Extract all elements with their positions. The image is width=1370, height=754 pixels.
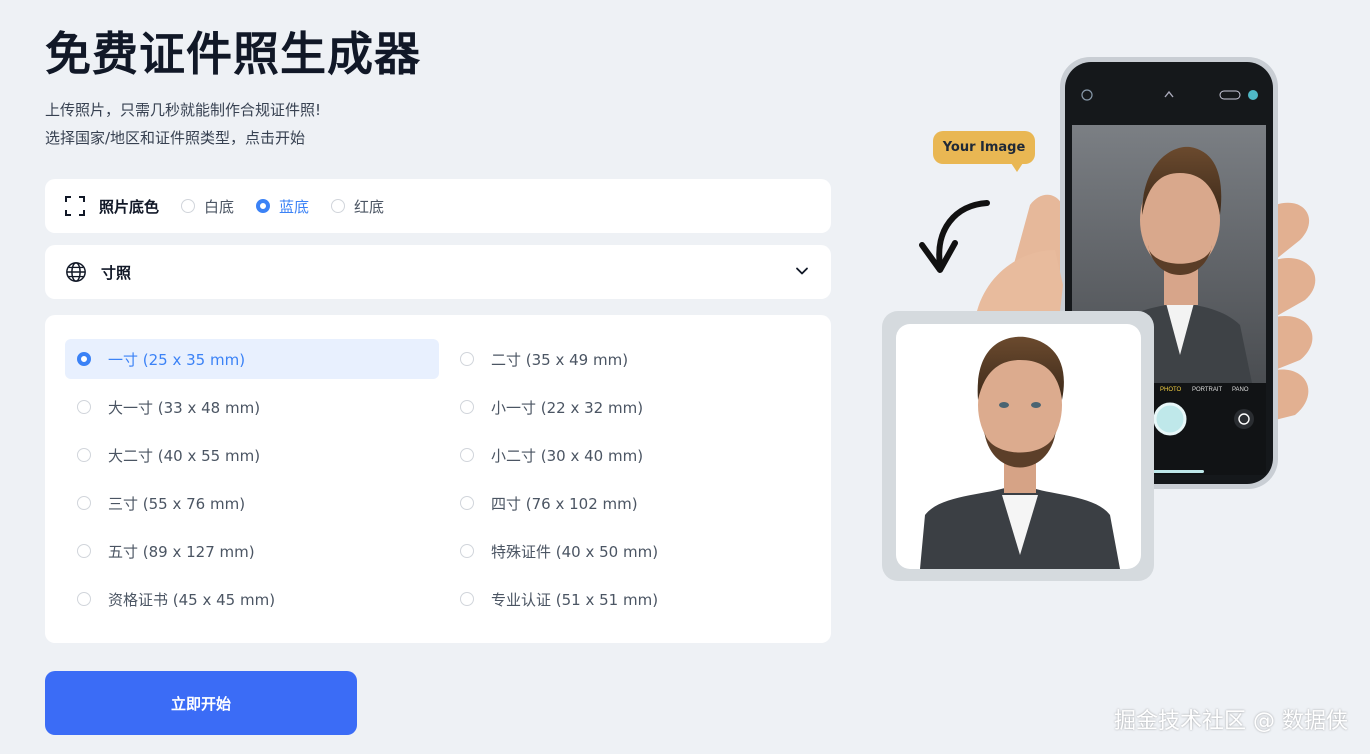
globe-icon — [66, 262, 86, 282]
shutter-icon — [1153, 402, 1187, 436]
size-option[interactable]: 四寸 (76 x 102 mm) — [448, 483, 822, 523]
size-option[interactable]: 大二寸 (40 x 55 mm) — [65, 435, 439, 475]
subtitle-line-1: 上传照片，只需几秒就能制作合规证件照! — [45, 101, 322, 119]
start-button[interactable]: 立即开始 — [45, 671, 357, 735]
size-option-label: 大一寸 (33 x 48 mm) — [108, 398, 261, 417]
page-title: 免费证件照生成器 — [45, 27, 421, 81]
size-category-label: 寸照 — [101, 263, 132, 282]
radio-icon[interactable] — [460, 544, 474, 558]
bg-option-label: 红底 — [354, 197, 385, 216]
size-option[interactable]: 小一寸 (22 x 32 mm) — [448, 387, 822, 427]
size-option[interactable]: 一寸 (25 x 35 mm) — [65, 339, 439, 379]
size-option-label: 三寸 (55 x 76 mm) — [108, 494, 246, 513]
size-option-label: 专业认证 (51 x 51 mm) — [491, 590, 659, 609]
radio-icon[interactable] — [77, 448, 91, 462]
size-option[interactable]: 五寸 (89 x 127 mm) — [65, 531, 439, 571]
radio-icon[interactable] — [460, 352, 474, 366]
radio-icon[interactable] — [77, 544, 91, 558]
size-option-label: 小一寸 (22 x 32 mm) — [491, 398, 644, 417]
radio-icon[interactable] — [331, 199, 346, 213]
flip-camera-icon — [1234, 409, 1254, 429]
your-image-bubble: Your Image — [933, 131, 1035, 172]
bg-option-blue[interactable]: 蓝底 — [256, 196, 309, 217]
size-option[interactable]: 大一寸 (33 x 48 mm) — [65, 387, 439, 427]
background-color-label: 照片底色 — [99, 197, 160, 216]
radio-icon[interactable] — [460, 496, 474, 510]
size-option-label: 五寸 (89 x 127 mm) — [108, 542, 255, 561]
size-option[interactable]: 二寸 (35 x 49 mm) — [448, 339, 822, 379]
radio-icon[interactable] — [460, 592, 474, 606]
size-option[interactable]: 资格证书 (45 x 45 mm) — [65, 579, 439, 619]
size-option[interactable]: 特殊证件 (40 x 50 mm) — [448, 531, 822, 571]
size-option-label: 特殊证件 (40 x 50 mm) — [491, 542, 659, 561]
radio-icon[interactable] — [77, 400, 91, 414]
radio-icon[interactable] — [77, 496, 91, 510]
watermark: 掘金技术社区 @ 数据侠 — [1114, 709, 1348, 734]
bg-option-white[interactable]: 白底 — [181, 196, 234, 217]
frame-icon — [65, 196, 85, 216]
bg-option-label: 蓝底 — [279, 197, 310, 216]
camera-mode-pano: PANO — [1232, 387, 1249, 393]
camera-mode-portrait: PORTRAIT — [1192, 387, 1223, 393]
bg-option-red[interactable]: 红底 — [331, 196, 384, 217]
size-option[interactable]: 专业认证 (51 x 51 mm) — [448, 579, 822, 619]
size-option-label: 大二寸 (40 x 55 mm) — [108, 446, 261, 465]
size-options-card: 一寸 (25 x 35 mm) 二寸 (35 x 49 mm) 大一寸 (33 … — [45, 315, 831, 643]
size-option-label: 资格证书 (45 x 45 mm) — [108, 590, 276, 609]
background-color-options: 白底 蓝底 红底 — [181, 196, 406, 217]
size-option-label: 四寸 (76 x 102 mm) — [491, 494, 638, 513]
subtitle-line-2: 选择国家/地区和证件照类型，点击开始 — [45, 129, 306, 147]
bg-option-label: 白底 — [204, 197, 235, 216]
radio-icon[interactable] — [77, 592, 91, 606]
background-color-card: 照片底色 白底 蓝底 红底 — [45, 179, 831, 233]
id-photo-result — [882, 311, 1154, 581]
radio-checked-icon[interactable] — [77, 352, 91, 366]
size-option-label: 一寸 (25 x 35 mm) — [108, 350, 246, 369]
radio-icon[interactable] — [460, 448, 474, 462]
radio-icon[interactable] — [460, 400, 474, 414]
size-option-label: 二寸 (35 x 49 mm) — [491, 350, 629, 369]
size-option-label: 小二寸 (30 x 40 mm) — [491, 446, 644, 465]
chevron-down-icon[interactable] — [795, 264, 809, 278]
size-option[interactable]: 小二寸 (30 x 40 mm) — [448, 435, 822, 475]
size-option[interactable]: 三寸 (55 x 76 mm) — [65, 483, 439, 523]
radio-icon[interactable] — [181, 199, 196, 213]
camera-mode-photo: PHOTO — [1160, 387, 1182, 393]
radio-checked-icon[interactable] — [256, 199, 271, 213]
size-category-dropdown[interactable]: 寸照 — [45, 245, 831, 299]
